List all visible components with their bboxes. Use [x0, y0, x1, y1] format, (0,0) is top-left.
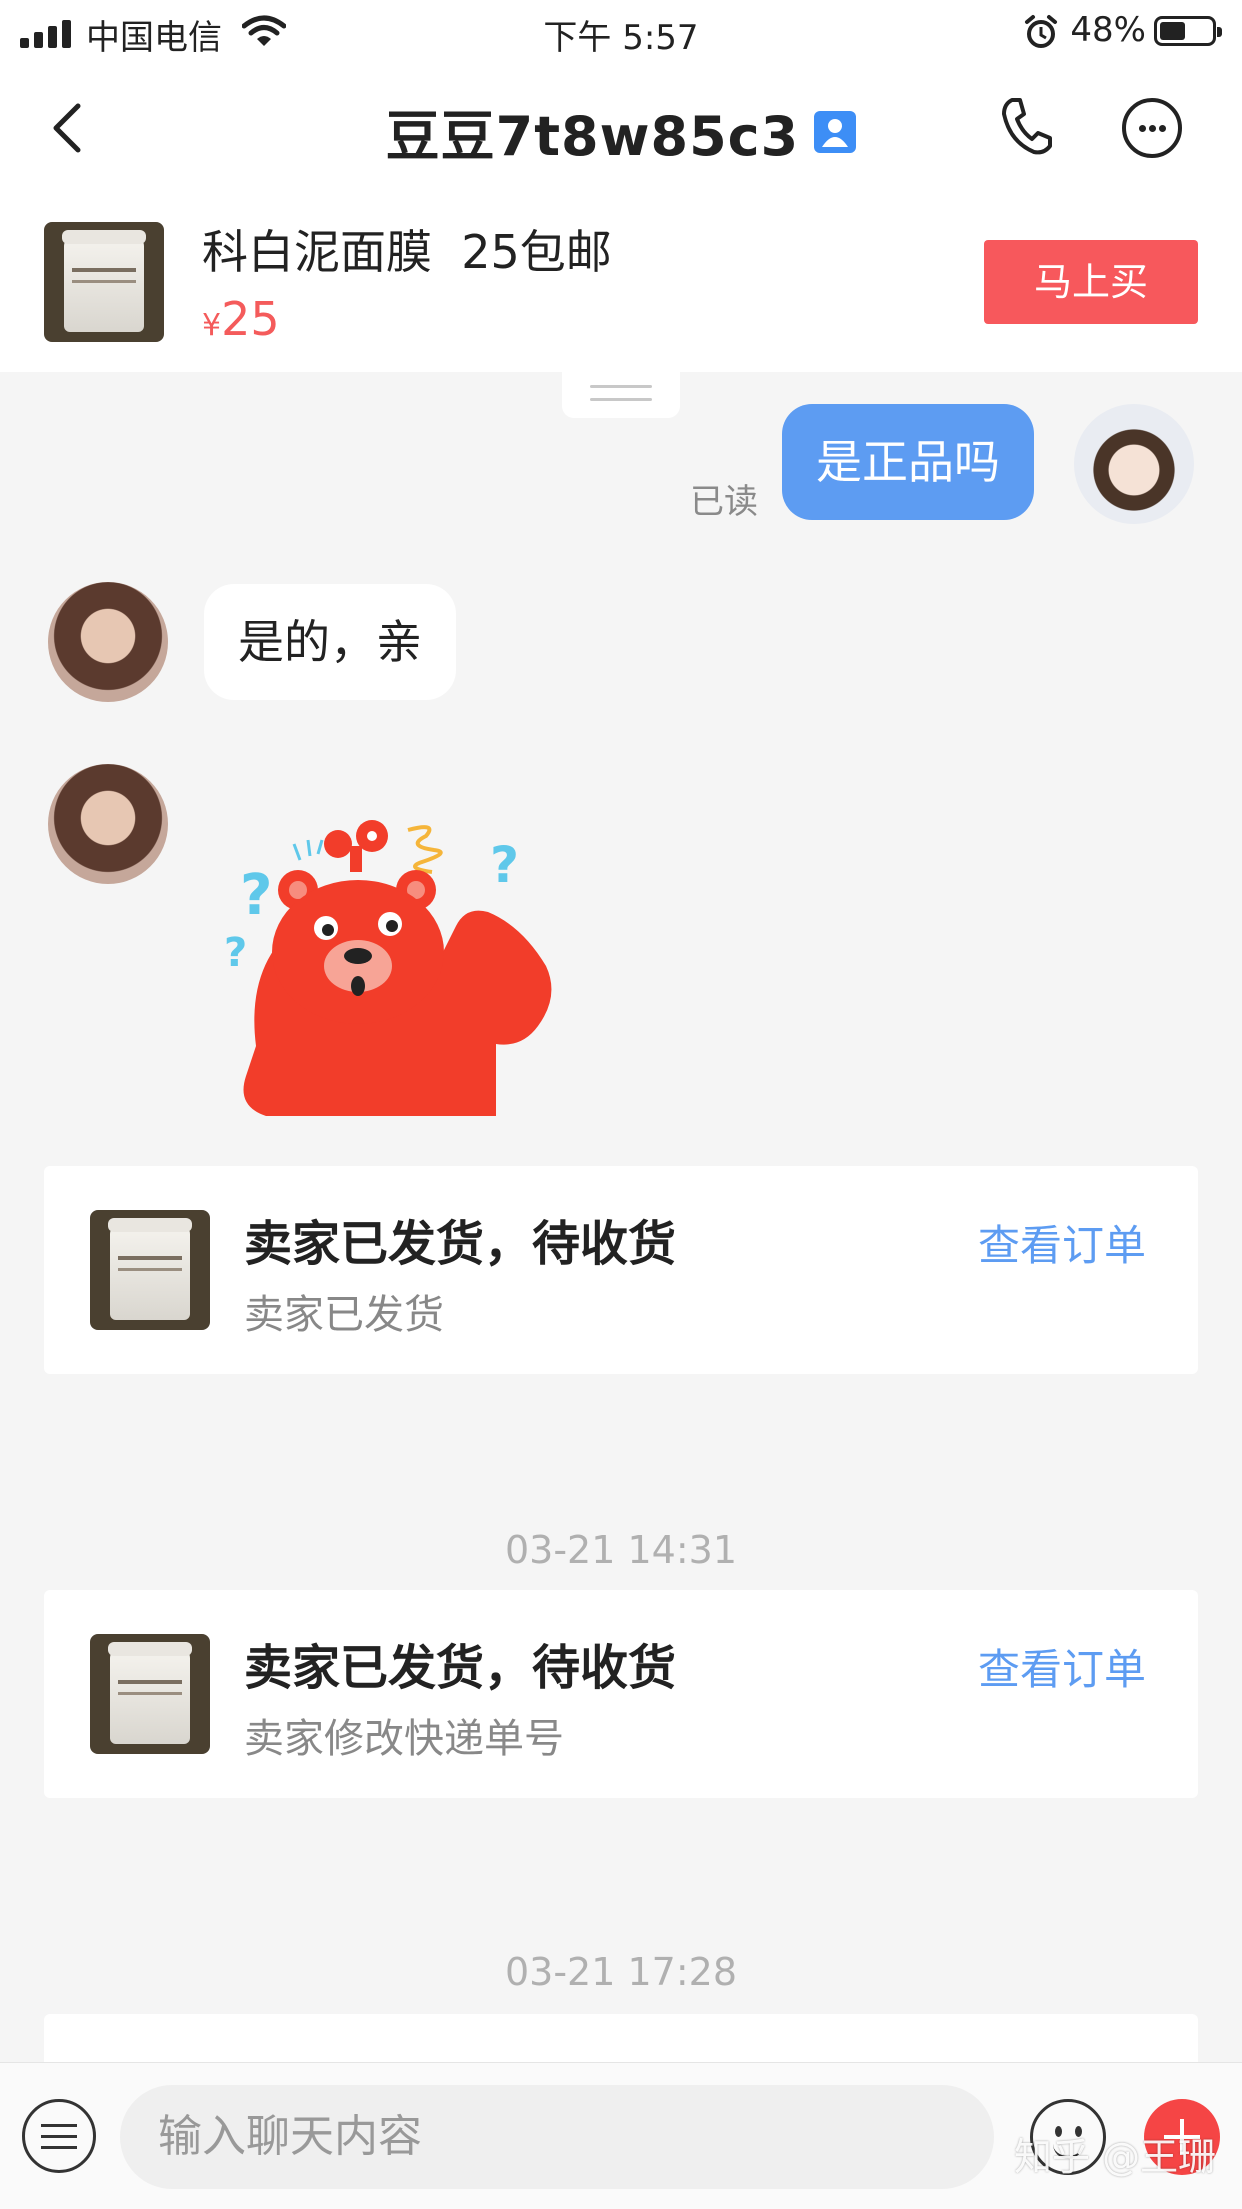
product-price: ¥25 [202, 292, 280, 346]
currency-symbol: ¥ [202, 308, 222, 343]
menu-icon[interactable] [22, 2099, 96, 2173]
svg-text:?: ? [490, 836, 519, 894]
bear-sticker[interactable]: ? ? ? [226, 816, 566, 1132]
svg-text:?: ? [240, 863, 272, 928]
order-card[interactable]: 卖家已发货，待收货 卖家已发货 查看订单 [44, 1166, 1198, 1374]
read-status: 已读 [690, 482, 758, 522]
verified-icon [814, 110, 857, 153]
battery-icon [1154, 16, 1222, 46]
svg-text:?: ? [226, 930, 247, 976]
order-card[interactable]: 卖家已发货，待收货 卖家修改快递单号 查看订单 [44, 1590, 1198, 1798]
seller-avatar[interactable] [48, 764, 168, 884]
order-status-subtitle: 卖家已发货 [244, 1292, 444, 1338]
order-product-thumbnail [90, 1634, 210, 1754]
seller-message-bubble[interactable]: 是的，亲 [204, 584, 456, 700]
price-value: 25 [221, 292, 280, 346]
seller-avatar[interactable] [48, 582, 168, 702]
product-bar[interactable]: 科白泥面膜 25包邮 ¥25 马上买 [0, 188, 1242, 372]
my-avatar[interactable] [1074, 404, 1194, 524]
timestamp: 03-21 14:31 [504, 1528, 737, 1572]
phone-icon[interactable] [998, 94, 1054, 158]
order-product-thumbnail [90, 1210, 210, 1330]
view-order-link[interactable]: 查看订单 [978, 1212, 1146, 1273]
watermark: 知乎 @王珊 [1014, 2135, 1217, 2179]
buy-now-button[interactable]: 马上买 [984, 240, 1198, 324]
order-status-subtitle: 卖家修改快递单号 [244, 1716, 564, 1762]
nav-bar: 豆豆7t8w85c3 [0, 64, 1242, 188]
more-icon[interactable] [1122, 98, 1182, 158]
my-message-bubble[interactable]: 是正品吗 [782, 404, 1034, 520]
alarm-icon [1025, 15, 1057, 48]
timestamp: 03-21 17:28 [504, 1950, 737, 1994]
battery-percent: 48% [1070, 10, 1146, 50]
header: 中国电信 下午 5:57 48% 豆豆7t8w85c3 科白泥面膜 25包邮 ¥… [0, 0, 1242, 372]
title-wrap: 豆豆7t8w85c3 [0, 92, 1242, 171]
view-order-link[interactable]: 查看订单 [978, 1636, 1146, 1697]
product-title: 科白泥面膜 25包邮 [202, 225, 612, 279]
order-status-title: 卖家已发货，待收货 [244, 1640, 677, 1696]
page-title: 豆豆7t8w85c3 [385, 105, 800, 168]
order-status-title: 卖家已发货，待收货 [244, 1216, 677, 1272]
chat-input[interactable]: 输入聊天内容 [120, 2085, 994, 2189]
drag-handle[interactable] [562, 372, 680, 418]
status-bar: 中国电信 下午 5:57 48% [0, 0, 1242, 64]
product-thumbnail[interactable] [44, 222, 164, 342]
